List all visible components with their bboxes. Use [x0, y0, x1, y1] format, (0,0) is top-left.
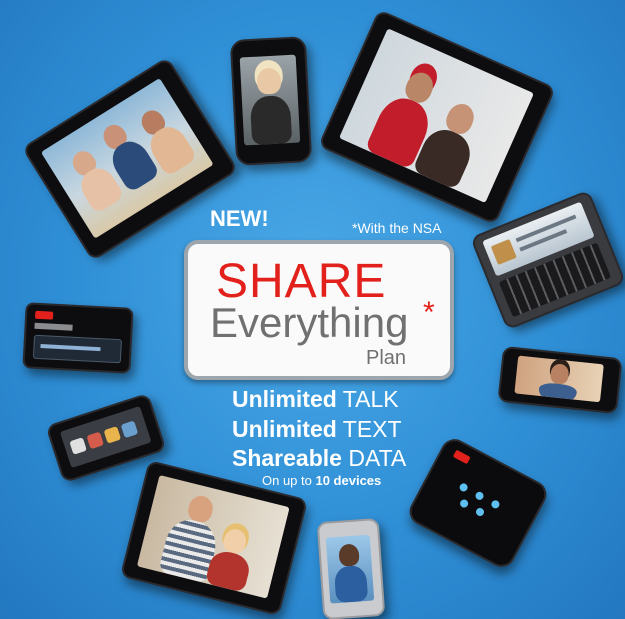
feature-light: TEXT — [342, 416, 402, 442]
feature-text: Unlimited TEXT — [232, 418, 402, 441]
phone-screen — [239, 54, 301, 146]
tablet-screen — [339, 28, 534, 204]
phone-man-portrait — [497, 345, 623, 415]
nsa-footnote: *With the NSA — [352, 220, 442, 236]
tablet-screen — [136, 474, 290, 599]
devices-note: On up to 10 devices — [262, 474, 381, 487]
feature-data: Shareable DATA — [232, 447, 406, 470]
devices-note-prefix: On up to — [262, 473, 316, 488]
phone-screen — [325, 534, 375, 604]
phone-blonde-woman — [229, 36, 313, 166]
logo-plan-text: Plan — [366, 347, 407, 369]
feature-light: DATA — [348, 445, 407, 471]
logo-asterisk: * — [423, 296, 435, 329]
share-everything-logo: SHARE Everything * Plan — [184, 240, 454, 380]
jetpack-hotspot-square — [404, 434, 552, 572]
new-badge: NEW! — [210, 206, 269, 231]
feature-bold: Unlimited — [232, 386, 337, 412]
feature-bold: Unlimited — [232, 416, 337, 442]
phone-screen — [514, 355, 604, 403]
feature-bold: Shareable — [232, 445, 342, 471]
devices-note-count: 10 devices — [315, 473, 382, 488]
tablet-screen — [40, 78, 214, 239]
jetpack-hotspot-wide — [22, 302, 134, 374]
logo-everything-text: Everything — [210, 299, 409, 346]
feature-talk: Unlimited TALK — [232, 388, 399, 411]
hotspot-display — [32, 334, 122, 364]
status-lights — [448, 478, 508, 529]
phone-screen — [59, 406, 152, 469]
tablet-beach-group — [21, 56, 239, 262]
feature-light: TALK — [342, 386, 399, 412]
tablet-graduates — [317, 9, 557, 225]
poster: NEW! *With the NSA SHARE Everything * Pl… — [0, 0, 625, 619]
phone-man-smiling — [316, 517, 386, 619]
